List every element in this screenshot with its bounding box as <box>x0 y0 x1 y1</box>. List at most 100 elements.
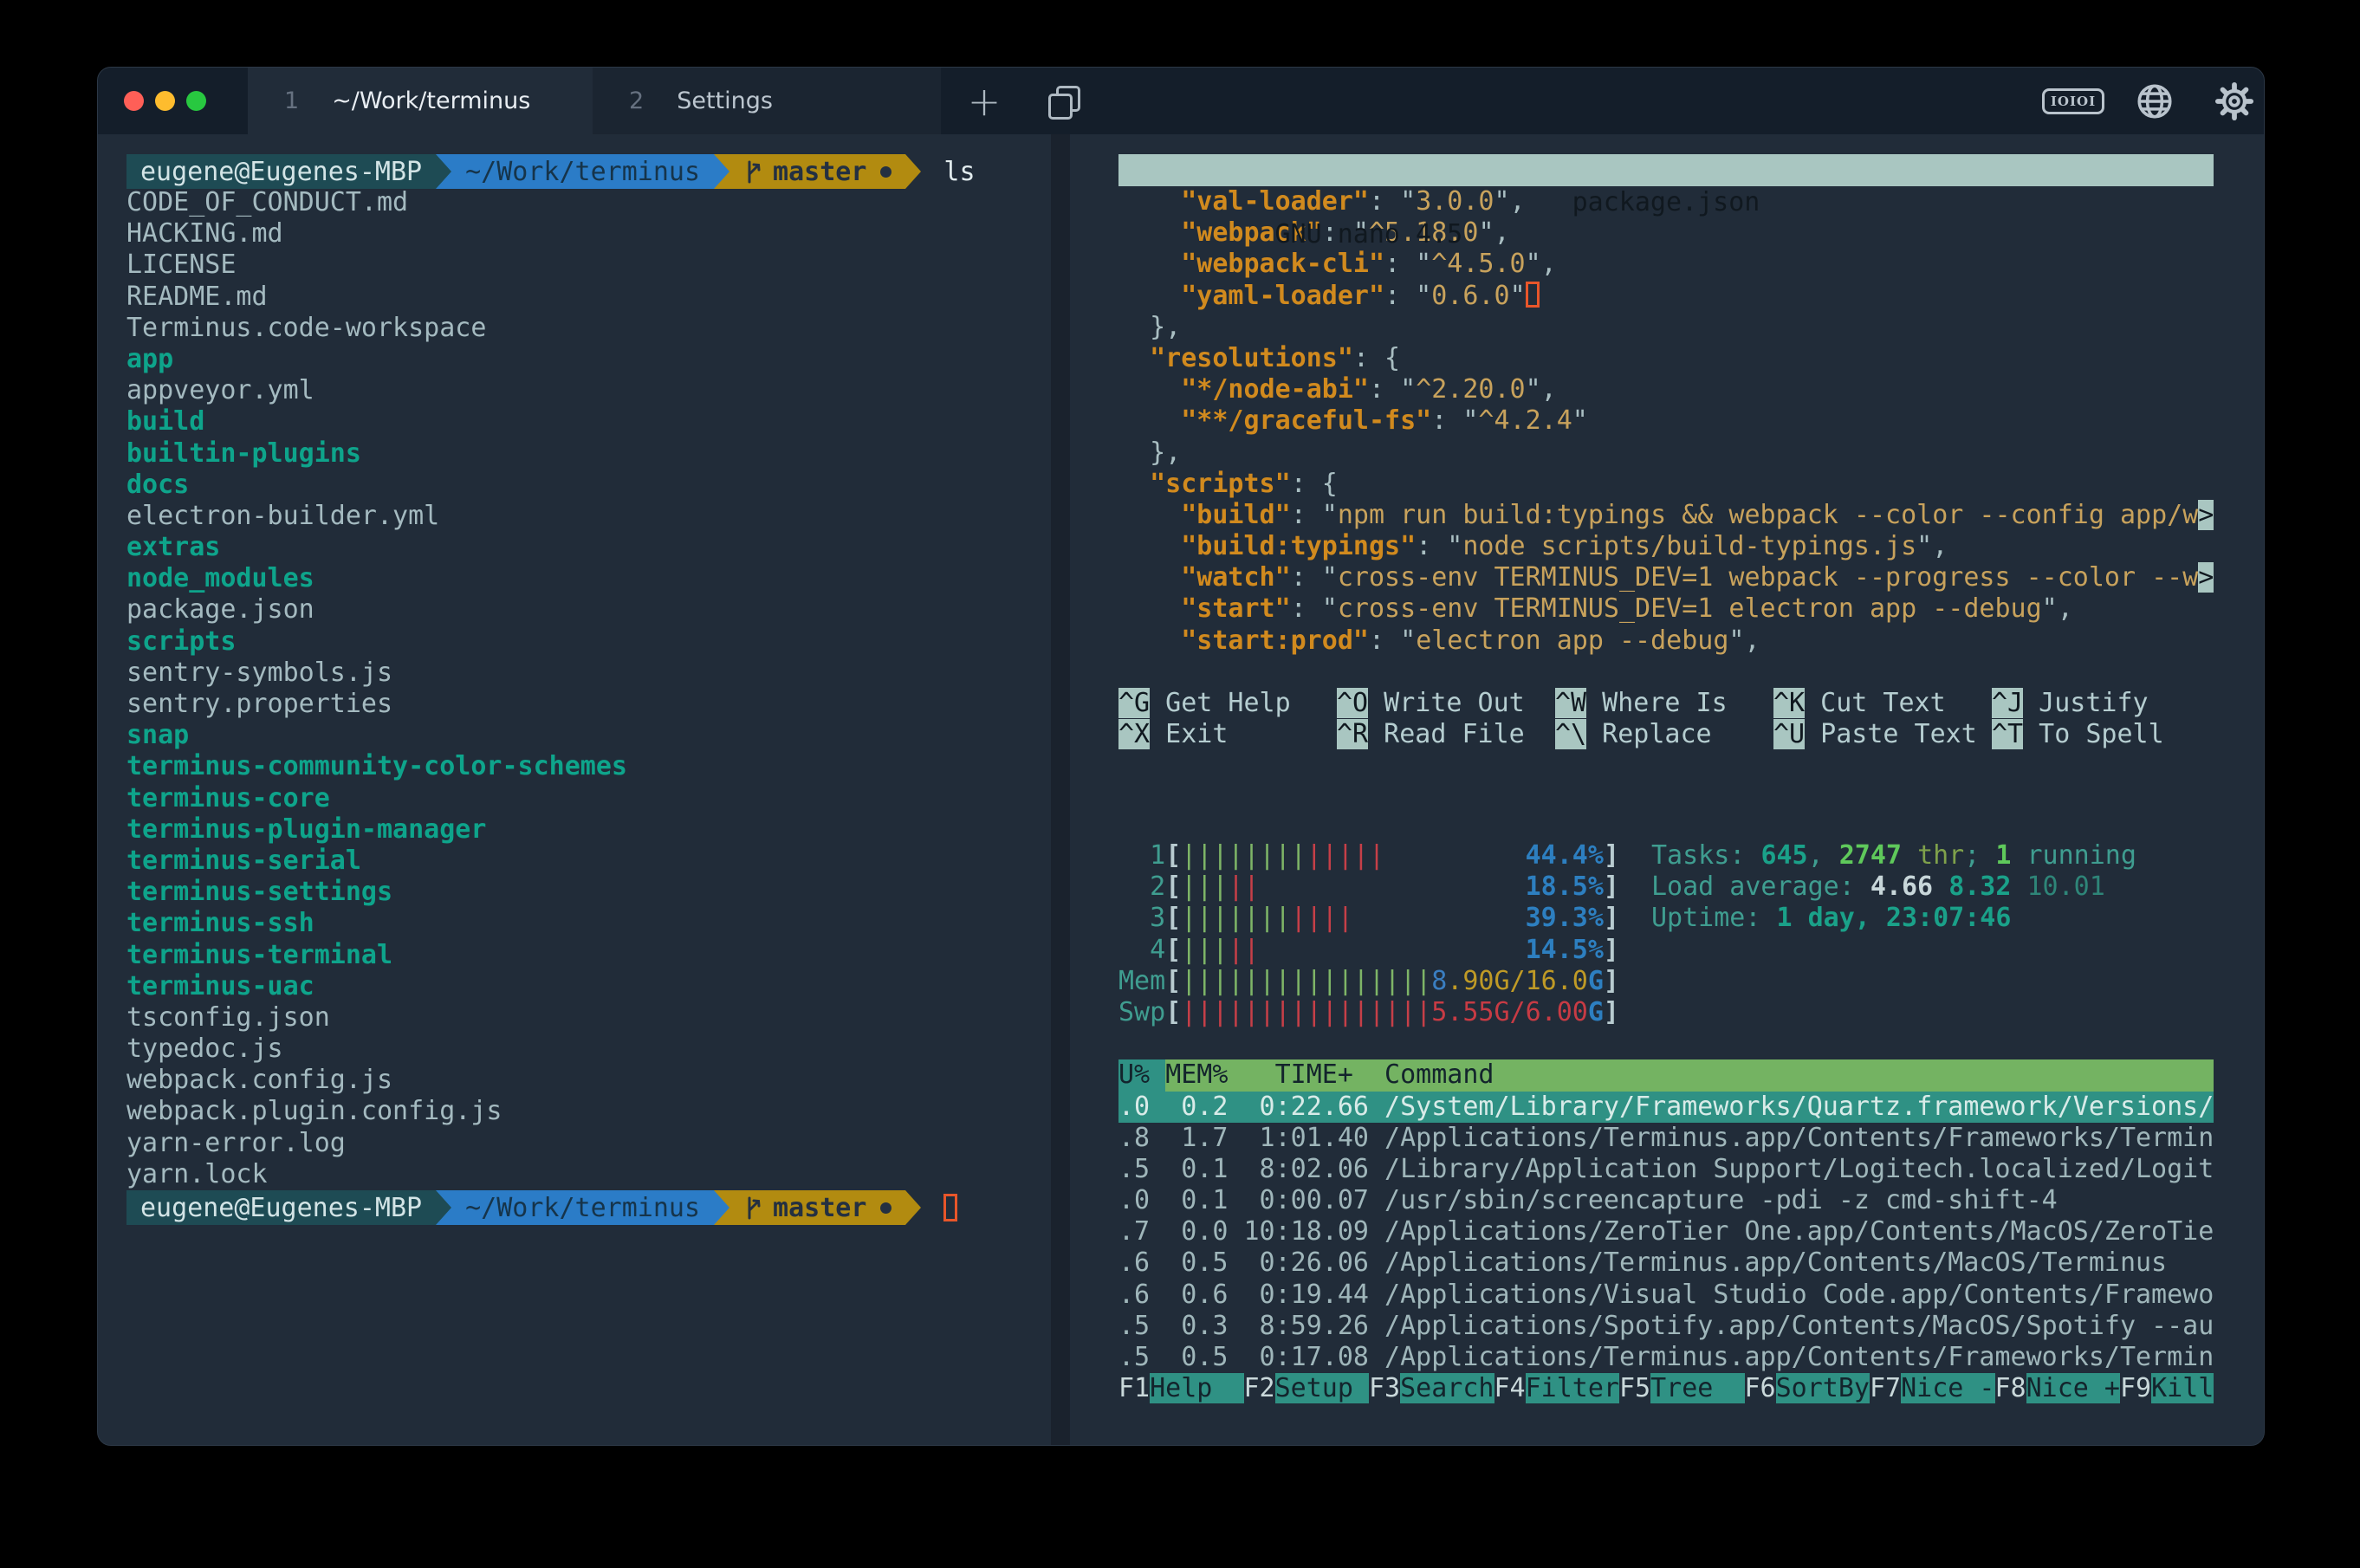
desktop: 1 ~/Work/terminus 2 Settings + IOIOI <box>0 0 2360 1568</box>
column-headers: MEM% TIME+ Command <box>1165 1059 2214 1091</box>
process-row: .6 0.6 0:19.44 /Applications/Visual Stud… <box>1118 1280 2214 1311</box>
process-row: .0 0.1 0:00.07 /usr/sbin/screencapture -… <box>1118 1185 2214 1216</box>
titlebar: 1 ~/Work/terminus 2 Settings + IOIOI <box>98 68 2264 134</box>
settings-gear-icon[interactable] <box>2208 68 2260 134</box>
minimize-button[interactable] <box>155 91 175 111</box>
nano-line: "webpack-cli": "^4.5.0", <box>1118 249 2214 280</box>
shortcut-label: Write Out <box>1368 688 1525 718</box>
file-entry: typedoc.js <box>126 1033 1047 1065</box>
file-entry: LICENSE <box>126 249 1047 281</box>
htop-fkey-bar: F1Help F2Setup F3SearchF4FilterF5Tree F6… <box>1118 1373 2214 1404</box>
git-branch-name: master <box>773 1193 866 1223</box>
git-branch-icon <box>743 159 764 185</box>
htop-meter: 4[||||| 14.5%] <box>1118 935 2214 966</box>
fkey-label: Nice + <box>2026 1373 2120 1403</box>
shortcut-key: ^R <box>1337 719 1368 749</box>
maximize-button[interactable] <box>186 91 206 111</box>
prompt-path: ~/Work/terminus <box>451 1190 714 1225</box>
nano-shortcut-bar: ^G Get Help^O Write Out^W Where Is^K Cut… <box>1118 657 2214 751</box>
directory-entry: terminus-ssh <box>126 908 1047 939</box>
process-row: .5 0.3 8:59.26 /Applications/Spotify.app… <box>1118 1311 2214 1342</box>
shortcut-key: ^K <box>1773 688 1805 718</box>
process-row: .6 0.5 0:26.06 /Applications/Terminus.ap… <box>1118 1247 2214 1279</box>
git-branch-name: master <box>773 157 866 187</box>
nano-buffer: "val-loader": "3.0.0", "webpack": "^5.18… <box>1118 186 2214 657</box>
typed-command: ls <box>943 154 975 189</box>
htop-summary-line: Tasks: 645, 2747 thr; 1 running <box>1651 840 2136 871</box>
terminal-pane-shell[interactable]: eugene@Eugenes-MBP ~/Work/terminus master l… <box>126 154 1047 1263</box>
shortcut-key: ^G <box>1118 688 1150 718</box>
file-entry: yarn.lock <box>126 1159 1047 1190</box>
process-row: .7 0.0 10:18.09 /Applications/ZeroTier O… <box>1118 1216 2214 1247</box>
process-row: .8 1.7 1:01.40 /Applications/Terminus.ap… <box>1118 1123 2214 1154</box>
fkey: F5 <box>1619 1373 1650 1403</box>
shortcut-key: ^O <box>1337 688 1368 718</box>
directory-entry: build <box>126 406 1047 437</box>
nano-line: "scripts": { <box>1118 469 2214 500</box>
nano-shortcut: ^K Cut Text <box>1773 688 1992 719</box>
terminus-app-window: 1 ~/Work/terminus 2 Settings + IOIOI <box>97 67 2265 1446</box>
terminal-cursor <box>943 1194 957 1221</box>
file-entry: package.json <box>126 594 1047 625</box>
terminal-pane-htop[interactable]: 1[||||||||||||| 44.4%] 2[||||| 18.5%] 3[… <box>1118 840 2214 1412</box>
htop-meter: Swp[||||||||||||||||5.55G/6.00G] <box>1118 997 2214 1028</box>
shortcut-key: ^X <box>1118 719 1150 749</box>
shortcut-label: Paste Text <box>1805 719 1977 749</box>
shortcut-label: Get Help <box>1150 688 1291 718</box>
pane-divider[interactable] <box>1051 134 1070 1445</box>
nano-line: "*/node-abi": "^2.20.0", <box>1118 374 2214 405</box>
powerline-arrow-icon <box>714 1190 729 1225</box>
close-button[interactable] <box>124 91 144 111</box>
shortcut-key: ^U <box>1773 719 1805 749</box>
split-pane-icon[interactable] <box>1039 68 1087 134</box>
nano-shortcut: ^T To Spell <box>1992 719 2210 750</box>
nano-shortcut: ^G Get Help <box>1118 688 1337 719</box>
line-continues-icon: > <box>2198 500 2214 530</box>
shortcut-label: To Spell <box>2023 719 2164 749</box>
file-entry: CODE_OF_CONDUCT.md <box>126 187 1047 218</box>
directory-entry: terminus-plugin-manager <box>126 814 1047 846</box>
globe-glyph <box>2135 81 2175 121</box>
file-entry: electron-builder.yml <box>126 501 1047 532</box>
fkey-label: SortBy <box>1776 1373 1870 1403</box>
ls-output: CODE_OF_CONDUCT.mdHACKING.mdLICENSEREADM… <box>126 187 1047 1190</box>
shortcut-label: Where Is <box>1586 688 1728 718</box>
new-tab-button[interactable]: + <box>960 68 1008 134</box>
tab-settings[interactable]: 2 Settings <box>593 68 941 134</box>
htop-meter: Mem[||||||||||||||||8.90G/16.0G] <box>1118 966 2214 997</box>
shell-prompt-idle: eugene@Eugenes-MBP~/Work/terminusmaster <box>126 1190 1047 1225</box>
file-entry: tsconfig.json <box>126 1002 1047 1033</box>
nano-shortcut: ^R Read File <box>1337 719 1555 750</box>
shortcut-key: ^T <box>1992 719 2023 749</box>
directory-entry: terminus-terminal <box>126 940 1047 971</box>
gear-glyph <box>2214 81 2254 121</box>
fkey: F8 <box>1995 1373 2026 1403</box>
fkey: F9 <box>2120 1373 2151 1403</box>
tab-title: Settings <box>677 87 773 114</box>
file-entry: webpack.plugin.config.js <box>126 1096 1047 1127</box>
prompt-user: eugene@Eugenes-MBP <box>126 154 436 189</box>
file-entry: yarn-error.log <box>126 1128 1047 1159</box>
directory-entry: app <box>126 344 1047 375</box>
fkey: F4 <box>1494 1373 1526 1403</box>
directory-entry: node_modules <box>126 563 1047 594</box>
powerline-arrow-icon <box>436 1190 451 1225</box>
serial-port-icon[interactable]: IOIOI <box>2047 68 2099 134</box>
directory-entry: docs <box>126 470 1047 501</box>
fkey-label: Nice - <box>1901 1373 1994 1403</box>
layers-glyph <box>1048 86 1078 117</box>
powerline-arrow-icon <box>714 154 729 189</box>
nano-filename: package.json <box>1118 186 2214 218</box>
line-continues-icon: > <box>2198 562 2214 593</box>
globe-icon[interactable] <box>2129 68 2181 134</box>
tab-work-terminus[interactable]: 1 ~/Work/terminus <box>248 68 593 134</box>
htop-table-header: U% MEM% TIME+ Command <box>1118 1059 2214 1091</box>
fkey-label: Setup <box>1275 1373 1369 1403</box>
nano-cursor <box>1526 282 1540 308</box>
directory-entry: terminus-core <box>126 783 1047 814</box>
process-row: .5 0.1 8:02.06 /Library/Application Supp… <box>1118 1154 2214 1185</box>
directory-entry: scripts <box>126 626 1047 658</box>
terminal-pane-nano[interactable]: package.json GNU nano 4.5 "val-loader": … <box>1118 154 2214 839</box>
shortcut-key: ^\ <box>1555 719 1586 749</box>
powerline-arrow-icon <box>436 154 451 189</box>
